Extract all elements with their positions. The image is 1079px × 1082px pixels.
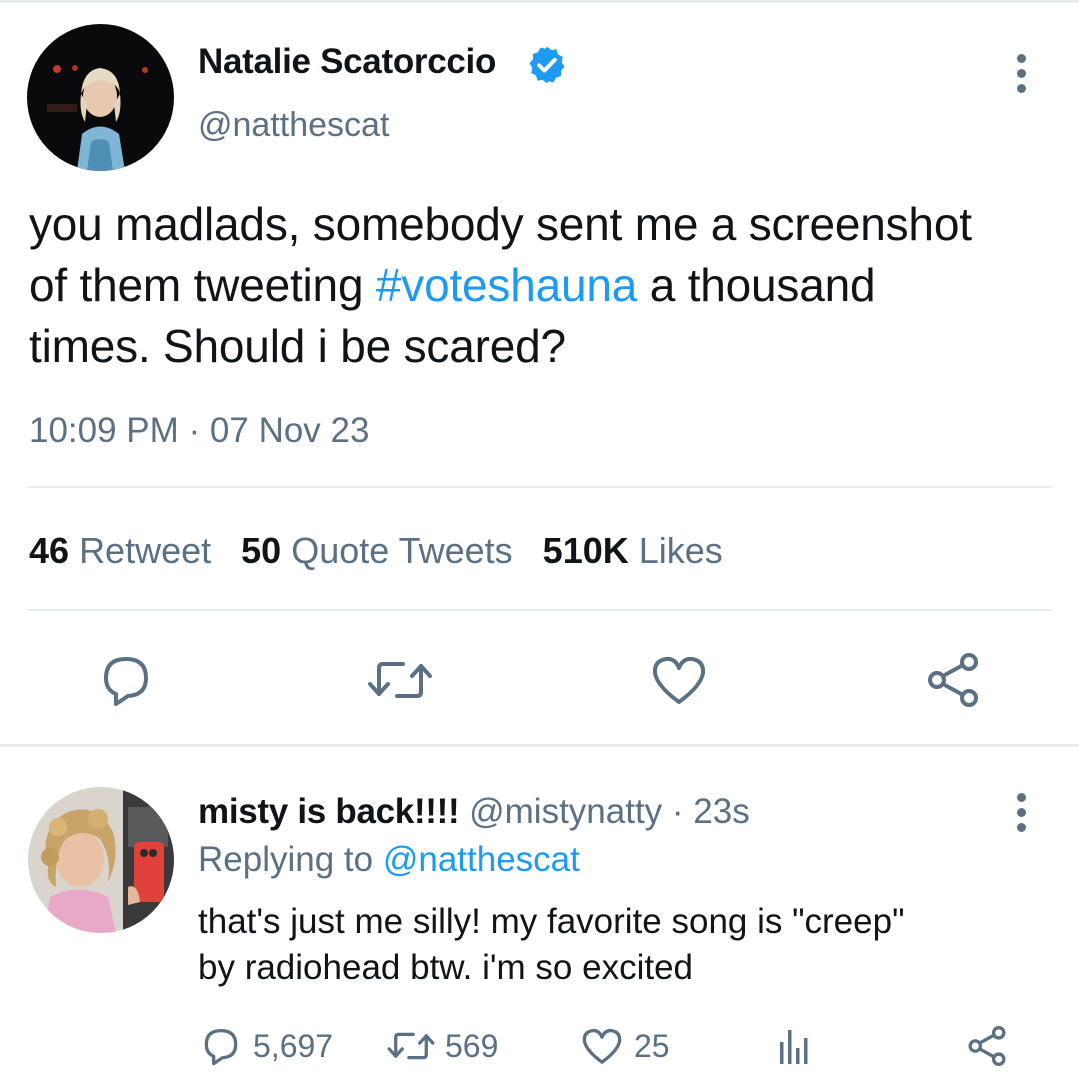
analytics-button[interactable] (774, 1023, 824, 1069)
tweet-text-segment: a thousand (637, 259, 876, 311)
like-icon (582, 1028, 622, 1064)
reply-icon (204, 1028, 238, 1066)
quote-tweets-stat[interactable]: 50 Quote Tweets (241, 530, 513, 571)
retweet-count: 569 (445, 1027, 499, 1064)
share-button[interactable] (923, 650, 983, 710)
share-icon (968, 1026, 1006, 1066)
tweet-text-line: times. Should i be scared? (29, 320, 566, 372)
likes-stat[interactable]: 510K Likes (543, 530, 723, 571)
author-avatar[interactable] (27, 24, 174, 171)
quote-tweets-count: 50 (241, 530, 282, 571)
reply-icon (104, 657, 148, 706)
retweet-icon (368, 662, 432, 698)
like-count: 25 (634, 1027, 670, 1064)
replying-prefix: Replying to (198, 840, 383, 879)
reply-more-options-icon[interactable] (1011, 793, 1031, 833)
retweets-count: 46 (29, 530, 70, 571)
retweet-button[interactable] (367, 650, 432, 710)
tweet-text-line: you madlads, somebody sent me a screensh… (29, 198, 972, 250)
retweets-stat[interactable]: 46 Retweet (29, 530, 211, 571)
author-display-name[interactable]: Natalie Scatorccio (198, 42, 496, 82)
likes-count: 510K (542, 530, 629, 571)
hashtag-link[interactable]: #voteshauna (376, 259, 637, 311)
tweet-text: you madlads, somebody sent me a screensh… (29, 194, 1079, 377)
reply-header: misty is back!!!! @mistynatty · 23s (198, 792, 750, 832)
retweets-label: Retweet (79, 530, 212, 571)
author-handle[interactable]: @natthescat (198, 106, 389, 145)
reply-text: that's just me silly! my favorite song i… (198, 899, 905, 991)
tweet-timestamp[interactable]: 10:09 PM · 07 Nov 23 (29, 411, 369, 451)
reply-share-button[interactable] (965, 1023, 1019, 1069)
likes-label: Likes (638, 530, 723, 571)
analytics-icon (780, 1030, 808, 1064)
reply-button[interactable] (96, 650, 156, 710)
divider (27, 609, 1052, 611)
reply-author-avatar[interactable] (28, 787, 174, 933)
reply-retweet-button[interactable]: 569 (387, 1023, 498, 1069)
reply-author-handle[interactable]: @mistynatty (469, 792, 662, 831)
top-border (0, 0, 1079, 3)
divider (27, 486, 1052, 488)
replying-mention-link[interactable]: @natthescat (383, 840, 580, 879)
reply-text-line: by radiohead btw. i'm so excited (198, 948, 694, 987)
like-button[interactable] (649, 650, 709, 710)
replying-to: Replying to @natthescat (198, 840, 580, 880)
verified-badge-icon (526, 44, 568, 86)
more-options-icon[interactable] (1011, 54, 1031, 94)
reply-author-display-name[interactable]: misty is back!!!! (198, 792, 460, 831)
section-divider (0, 744, 1079, 747)
like-icon (652, 656, 706, 704)
tweet-text-line: of them tweeting #voteshauna a thousand (29, 255, 1079, 316)
tweet-text-segment: of them tweeting (29, 259, 376, 311)
reply-reply-button[interactable]: 5,697 (199, 1023, 333, 1069)
reply-time[interactable]: · 23s (672, 792, 750, 831)
share-icon (928, 653, 978, 707)
retweet-icon (387, 1032, 435, 1060)
reply-text-line: that's just me silly! my favorite song i… (198, 902, 905, 941)
reply-count: 5,697 (253, 1027, 334, 1064)
tweet-stats: 46 Retweet 50 Quote Tweets 510K Likes (29, 530, 723, 572)
reply-like-button[interactable]: 25 (580, 1023, 670, 1069)
quote-tweets-label: Quote Tweets (291, 530, 513, 571)
